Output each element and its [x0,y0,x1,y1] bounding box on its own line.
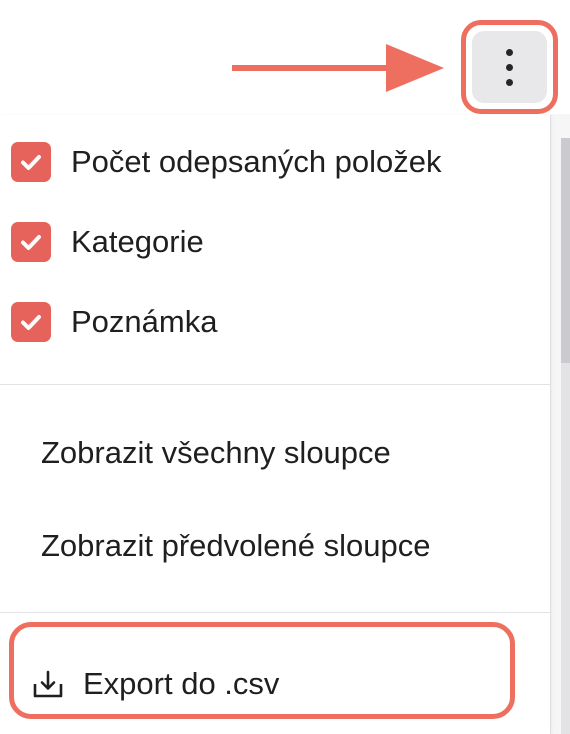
show-all-columns-button[interactable]: Zobrazit všechny sloupce [41,433,391,473]
annotation-arrow-icon [232,44,444,92]
menu-divider [0,612,550,613]
menu-option-label: Kategorie [71,224,204,259]
menu-option-pocet-odepsanych-polozek[interactable]: Počet odepsaných položek [0,128,550,196]
checkbox-checked-icon[interactable] [11,142,51,182]
more-options-button[interactable] [472,31,547,103]
checkbox-checked-icon[interactable] [11,222,51,262]
menu-divider [0,384,550,385]
menu-option-label: Počet odepsaných položek [71,144,442,179]
menu-option-poznamka[interactable]: Poznámka [0,288,550,356]
checkbox-checked-icon[interactable] [11,302,51,342]
export-csv-button[interactable]: Export do .csv [14,627,510,714]
vertical-dots-icon [506,48,513,86]
menu-option-kategorie[interactable]: Kategorie [0,208,550,276]
scrollbar-thumb[interactable] [561,138,570,363]
menu-option-label: Poznámka [71,304,218,339]
download-icon [33,670,63,698]
show-default-columns-button[interactable]: Zobrazit předvolené sloupce [41,526,430,566]
export-csv-label: Export do .csv [83,666,280,701]
